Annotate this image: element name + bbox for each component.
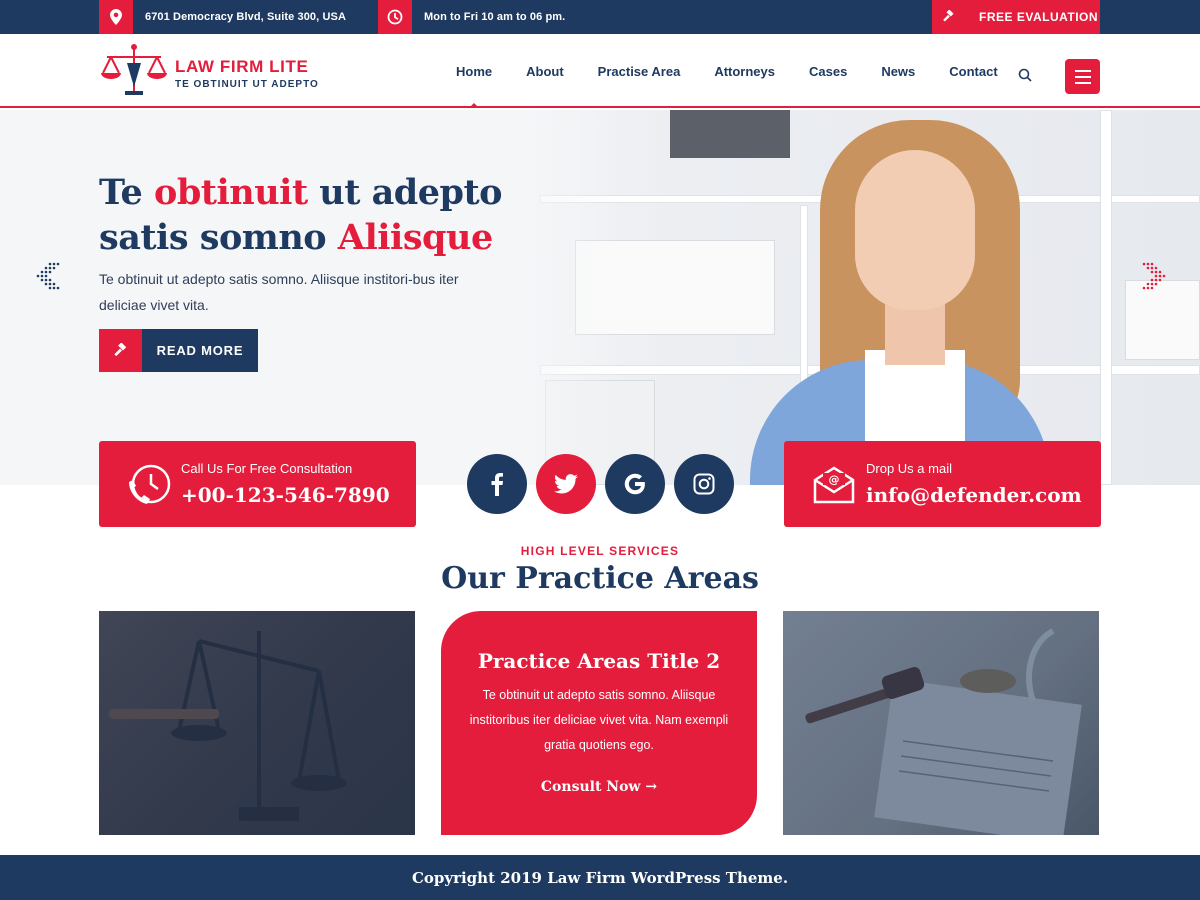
logo[interactable]: LAW FIRM LITE TE OBTINUIT UT ADEPTO: [99, 43, 319, 103]
slider-prev-arrow-icon[interactable]: [36, 262, 66, 295]
nav-attorneys[interactable]: Attorneys: [714, 34, 775, 108]
free-evaluation-button[interactable]: FREE EVALUATION: [932, 0, 1100, 34]
clock-icon: [378, 0, 412, 34]
scales-of-justice-icon: [99, 41, 169, 106]
featured-card-text: Te obtinuit ut adepto satis somno. Aliis…: [469, 688, 729, 752]
location-pin-icon: [99, 0, 133, 34]
svg-text:@: @: [829, 473, 840, 486]
gavel-icon: [932, 0, 966, 34]
hours-item: Mon to Fri 10 am to 06 pm.: [378, 0, 565, 34]
logo-tagline: TE OBTINUIT UT ADEPTO: [175, 78, 319, 90]
consult-now-link[interactable]: Consult Now →: [441, 779, 757, 795]
read-more-button[interactable]: READ MORE: [99, 329, 258, 372]
google-icon[interactable]: [605, 454, 665, 514]
nav-cases[interactable]: Cases: [809, 34, 847, 108]
footer: Copyright 2019 Law Firm WordPress Theme.: [0, 855, 1200, 900]
section-kicker: HIGH LEVEL SERVICES: [520, 544, 680, 558]
mail-label: Drop Us a mail: [866, 461, 952, 476]
phone-clock-icon: [121, 460, 177, 508]
practice-card-1[interactable]: [99, 611, 415, 835]
top-bar: 6701 Democracy Blvd, Suite 300, USA Mon …: [0, 0, 1200, 34]
phone-contact-box[interactable]: Call Us For Free Consultation +00-123-54…: [99, 441, 416, 527]
main-nav: Home About Practise Area Attorneys Cases…: [456, 34, 1032, 108]
logo-title: LAW FIRM LITE: [175, 56, 309, 76]
section-title: Our Practice Areas: [441, 561, 759, 596]
hamburger-menu-button[interactable]: [1065, 59, 1100, 94]
read-more-label: READ MORE: [142, 329, 258, 372]
nav-news[interactable]: News: [881, 34, 915, 108]
gavel-icon: [99, 329, 142, 372]
mail-address[interactable]: info@defender.com: [866, 483, 1082, 507]
instagram-icon[interactable]: [674, 454, 734, 514]
address-text: 6701 Democracy Blvd, Suite 300, USA: [145, 11, 346, 23]
search-icon[interactable]: [1018, 68, 1032, 87]
facebook-icon[interactable]: [467, 454, 527, 514]
phone-number[interactable]: +00-123-546-7890: [181, 483, 390, 507]
social-links: [467, 454, 734, 514]
slider-next-arrow-icon[interactable]: [1136, 262, 1166, 295]
featured-card-title: Practice Areas Title 2: [477, 649, 721, 673]
address-item: 6701 Democracy Blvd, Suite 300, USA: [99, 0, 346, 34]
envelope-icon: @: [806, 464, 862, 504]
practice-card-2-featured[interactable]: Practice Areas Title 2 Te obtinuit ut ad…: [441, 611, 757, 835]
nav-practise-area[interactable]: Practise Area: [598, 34, 681, 108]
practice-card-3[interactable]: [783, 611, 1099, 835]
nav-contact[interactable]: Contact: [949, 34, 997, 108]
phone-label: Call Us For Free Consultation: [181, 461, 353, 476]
free-evaluation-label: FREE EVALUATION: [979, 10, 1099, 24]
twitter-icon[interactable]: [536, 454, 596, 514]
hero-heading: Te obtinuit ut adepto satis somno Aliisq…: [99, 172, 503, 258]
copyright-text: Copyright 2019 Law Firm WordPress Theme.: [411, 868, 789, 887]
hours-text: Mon to Fri 10 am to 06 pm.: [424, 11, 566, 23]
hero-description: Te obtinuit ut adepto satis somno. Aliis…: [99, 271, 459, 313]
nav-home[interactable]: Home: [456, 34, 492, 108]
nav-about[interactable]: About: [526, 34, 564, 108]
mail-contact-box[interactable]: @ Drop Us a mail info@defender.com: [784, 441, 1101, 527]
header: LAW FIRM LITE TE OBTINUIT UT ADEPTO Home…: [0, 34, 1200, 108]
